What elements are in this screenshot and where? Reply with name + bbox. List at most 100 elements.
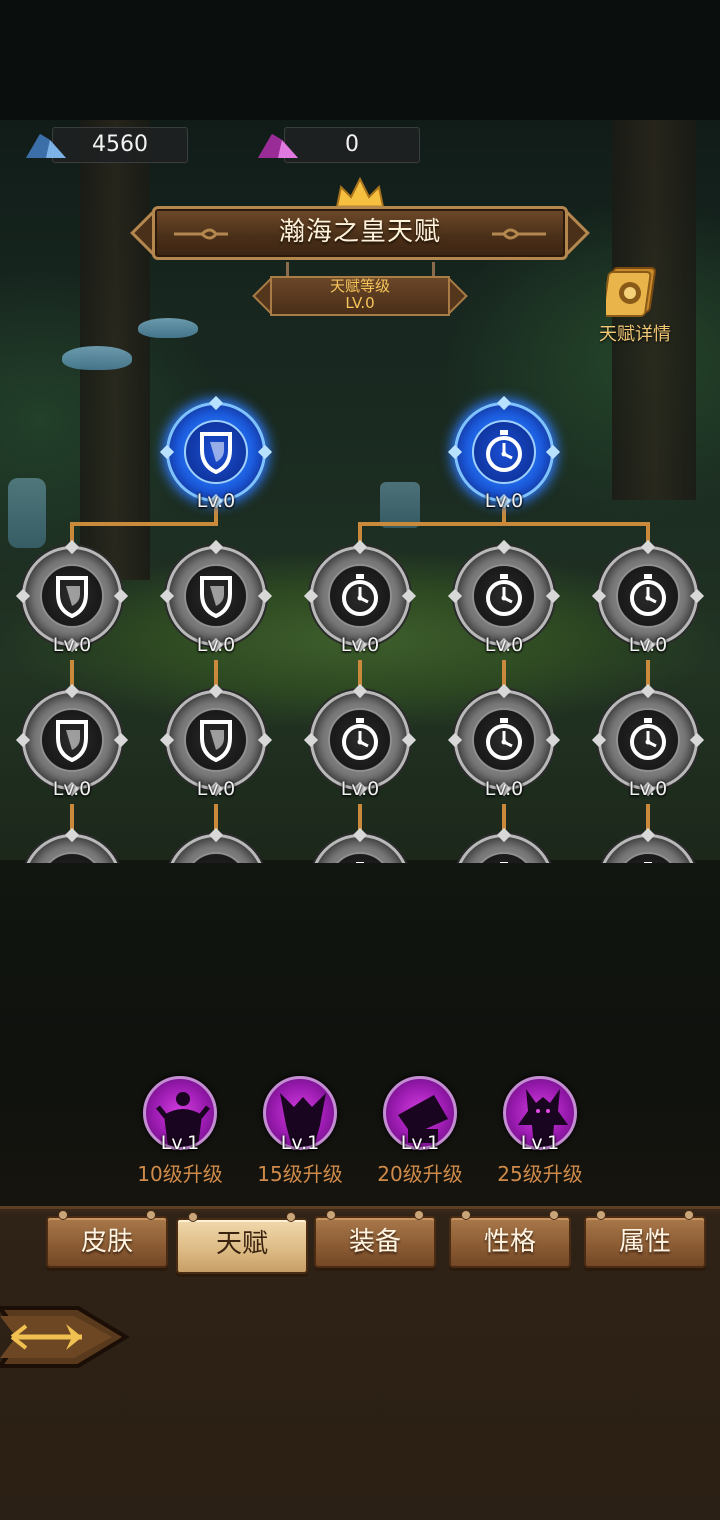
shield-icon [200,432,232,474]
stopwatch-icon [630,574,666,616]
tree-connector [70,522,218,526]
talent-level-label: 天赋等级 [329,277,390,295]
talent-node[interactable]: Lv.0 [592,827,704,863]
stopwatch-icon [342,574,378,616]
skill-level: Lv.1 [160,1132,200,1154]
purple-crystal-value: 0 [284,127,420,163]
node-level: Lv.0 [628,634,668,656]
tab-peg [286,1212,296,1222]
node-level: Lv.0 [484,778,524,800]
stopwatch-icon [486,574,522,616]
skill-level: Lv.1 [400,1132,440,1154]
blue-mushroom [138,318,198,338]
skill-requirement: 15级升级 [257,1162,343,1186]
title-banner: 瀚海之皇天赋 [130,200,590,266]
talent-node[interactable]: Lv.0 [304,827,416,863]
tab-peg [684,1210,694,1220]
blue-crystal-icon [26,134,66,158]
talent-node[interactable]: Lv.0 [15,683,129,800]
node-level: Lv.0 [628,778,668,800]
shield-icon [56,720,88,762]
back-button[interactable] [0,1282,130,1392]
skill-requirement: 20级升级 [377,1162,463,1186]
skill-slot[interactable]: Lv.1 10级升级 [120,1076,240,1188]
stopwatch-icon [342,718,378,760]
tree-connector [358,522,650,526]
skill-slot[interactable]: Lv.1 20级升级 [360,1076,480,1188]
skill-level: Lv.1 [520,1132,560,1154]
tab-personality[interactable]: 性格 [449,1210,571,1268]
purple-crystal-icon [258,134,298,158]
talent-node[interactable]: Lv.0 [15,539,129,656]
tab-peg [58,1210,68,1220]
node-level: Lv.0 [52,778,92,800]
back-arrow-icon [0,1306,130,1368]
shield-icon [200,576,232,618]
shield-icon [194,860,238,863]
blue-crystal-counter: 4560 [24,127,194,163]
skill-requirement: 25级升级 [497,1162,583,1186]
stopwatch-icon [630,718,666,760]
stopwatch-icon [644,862,652,863]
talent-node[interactable]: Lv.0 [591,683,705,800]
shield-icon [50,860,94,863]
stopwatch-icon [356,862,364,863]
stopwatch-icon [486,718,522,760]
page-title: 瀚海之皇天赋 [278,217,441,247]
tab-attributes[interactable]: 属性 [584,1210,706,1268]
talent-node[interactable]: Lv.0 [159,395,273,512]
tab-skin[interactable]: 皮肤 [46,1210,168,1268]
talent-node[interactable]: Lv.0 [159,683,273,800]
tab-peg [461,1210,471,1220]
stopwatch-icon [500,862,508,863]
skill-level: Lv.1 [280,1132,320,1154]
skill-slot[interactable]: Lv.1 15级升级 [240,1076,360,1188]
skill-requirement: 10级升级 [137,1162,223,1186]
tab-peg [146,1210,156,1220]
node-level: Lv.0 [52,634,92,656]
tab-peg [414,1210,424,1220]
node-level: Lv.0 [196,490,236,512]
tab-peg [549,1210,559,1220]
tab-peg [188,1212,198,1222]
node-level: Lv.0 [196,778,236,800]
top-dark-band [0,0,720,120]
node-level: Lv.0 [484,490,524,512]
tab-label: 属性 [618,1227,671,1257]
talent-tree[interactable]: Lv.0 Lv.0 Lv.0 Lv.0 Lv.0 Lv.0 Lv.0 Lv.0 Lv.0 Lv.0… [0,380,720,863]
shield-icon [56,576,88,618]
talent-node[interactable]: Lv.0 [303,683,417,800]
talent-node[interactable]: Lv.0 [448,827,560,863]
shield-icon [200,720,232,762]
stopwatch-icon [486,430,522,472]
tab-talent[interactable]: 天赋 [176,1212,308,1274]
tab-peg [596,1210,606,1220]
talent-level-value: LV.0 [345,294,375,312]
tab-equipment[interactable]: 装备 [314,1210,436,1268]
tab-label: 天赋 [215,1229,268,1259]
talent-node[interactable]: Lv.0 [591,539,705,656]
talent-node[interactable]: Lv.0 [447,395,561,512]
node-level: Lv.0 [340,778,380,800]
tab-label: 性格 [483,1227,536,1257]
talent-details-button[interactable]: 天赋详情 [592,264,678,345]
node-level: Lv.0 [340,634,380,656]
node-level: Lv.0 [196,634,236,656]
talent-book-icon [606,267,656,317]
skill-slot[interactable]: Lv.1 25级升级 [480,1076,600,1188]
talent-node[interactable]: Lv.0 [160,827,272,863]
talent-node[interactable]: Lv.0 [159,539,273,656]
talent-details-label: 天赋详情 [599,324,671,345]
talent-level-plaque: 天赋等级 LV.0 [252,274,468,318]
talent-node[interactable]: Lv.0 [303,539,417,656]
node-level: Lv.0 [484,634,524,656]
talent-node[interactable]: Lv.0 [16,827,128,863]
purple-crystal-counter: 0 [256,127,426,163]
blue-crystal-value: 4560 [52,127,188,163]
talent-node[interactable]: Lv.0 [447,539,561,656]
blue-mushroom [62,346,132,370]
tab-label: 装备 [348,1227,401,1257]
tab-peg [326,1210,336,1220]
talent-node[interactable]: Lv.0 [447,683,561,800]
tab-label: 皮肤 [80,1227,133,1257]
